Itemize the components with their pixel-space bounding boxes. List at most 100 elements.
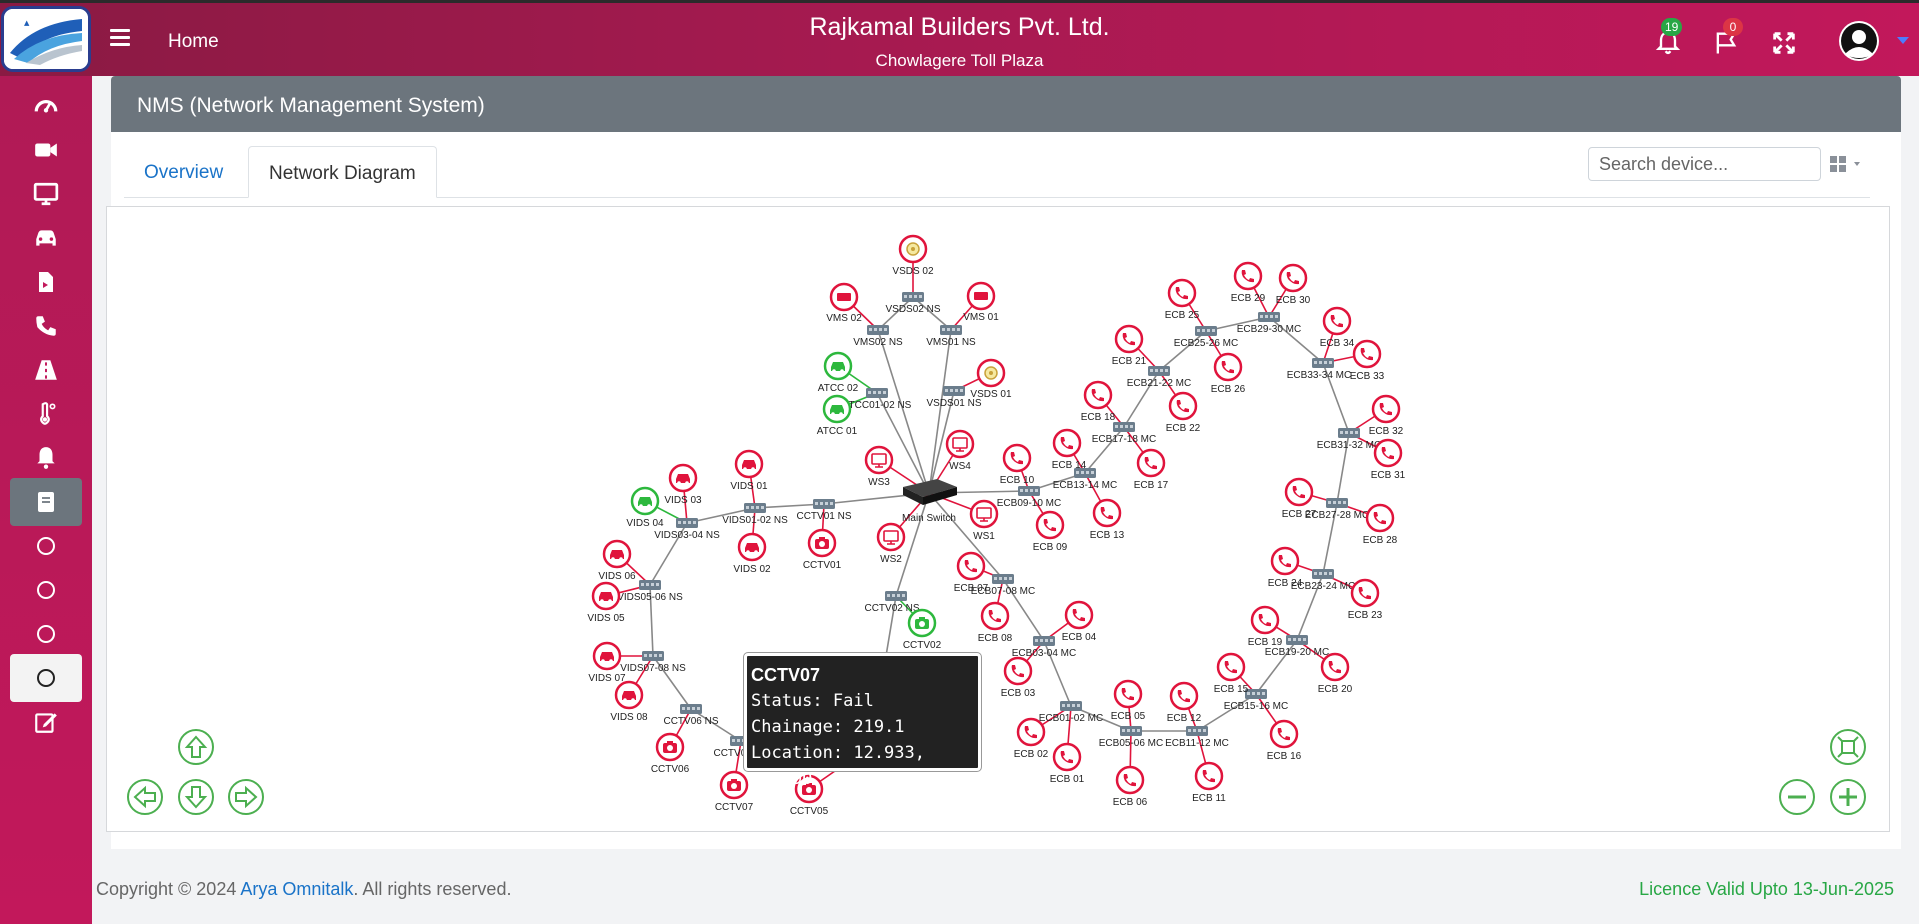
switch-vids07-08-ns[interactable]: VIDS07-08 NS	[620, 651, 686, 674]
device-ecb-04[interactable]: ECB 04	[1062, 600, 1097, 643]
switch-cctv06-ns[interactable]: CCTV06 NS	[663, 704, 719, 727]
switch-ecb05-06-mc[interactable]: ECB05-06 MC	[1099, 726, 1163, 749]
device-ecb-29[interactable]: ECB 29	[1231, 261, 1266, 304]
device-ecb-25[interactable]: ECB 25	[1165, 278, 1200, 321]
device-ecb-10[interactable]: ECB 10	[1000, 443, 1035, 486]
user-avatar[interactable]	[1839, 21, 1879, 61]
device-ecb-32[interactable]: ECB 32	[1369, 394, 1404, 437]
device-ws4[interactable]: WS4	[945, 429, 975, 472]
device-ecb-27[interactable]: ECB 27	[1282, 477, 1317, 520]
fit-to-screen-icon[interactable]	[1829, 728, 1867, 766]
switch-cctv02-ns[interactable]: CCTV02 NS	[864, 591, 920, 614]
device-ecb-01[interactable]: ECB 01	[1050, 742, 1085, 785]
device-vms-02[interactable]: VMS 02	[826, 282, 862, 324]
device-ecb-18[interactable]: ECB 18	[1081, 380, 1116, 423]
user-menu-chevron-icon[interactable]	[1897, 37, 1909, 44]
device-ecb-03[interactable]: ECB 03	[1001, 656, 1036, 699]
switch-ecb01-02-mc[interactable]: ECB01-02 MC	[1039, 701, 1103, 724]
sidebar-item-nms[interactable]	[10, 478, 82, 526]
device-vids-08[interactable]: VIDS 08	[610, 680, 648, 723]
device-ecb-05[interactable]: ECB 05	[1111, 679, 1146, 722]
device-ecb-16[interactable]: ECB 16	[1267, 719, 1302, 762]
device-vids-03[interactable]: VIDS 03	[664, 463, 702, 506]
device-ecb-15[interactable]: ECB 15	[1214, 652, 1249, 695]
sidebar-item-ecb[interactable]	[10, 302, 82, 350]
device-ecb-26[interactable]: ECB 26	[1211, 352, 1246, 395]
pan-left-icon[interactable]	[126, 778, 164, 816]
device-ecb-08[interactable]: ECB 08	[978, 601, 1013, 644]
switch-vsds02-ns[interactable]: VSDS02 NS	[885, 292, 941, 315]
sidebar-item-edit[interactable]	[10, 698, 82, 746]
fullscreen-icon[interactable]	[1770, 29, 1798, 57]
sidebar-item-circle-4[interactable]	[10, 654, 82, 702]
sidebar-item-circle-2[interactable]	[10, 566, 82, 614]
device-atcc-02[interactable]: ATCC 02	[818, 351, 859, 394]
device-ecb-09[interactable]: ECB 09	[1033, 510, 1068, 553]
switch-vids03-04-ns[interactable]: VIDS03-04 NS	[654, 518, 720, 541]
device-ecb-06[interactable]: ECB 06	[1113, 765, 1148, 808]
switch-ecb13-14-mc[interactable]: ECB13-14 MC	[1053, 468, 1117, 491]
sidebar-item-circle-3[interactable]	[10, 610, 82, 658]
device-ecb-02[interactable]: ECB 02	[1014, 717, 1049, 760]
device-ecb-30[interactable]: ECB 30	[1276, 263, 1311, 306]
device-ecb-31[interactable]: ECB 31	[1371, 438, 1406, 481]
network-diagram-canvas[interactable]: Main Switch VSDS02 NS VMS02 NS VMS01 NS ATCC…	[107, 207, 1891, 833]
device-vids-05[interactable]: VIDS 05	[587, 581, 625, 624]
switch-ecb09-10-mc[interactable]: ECB09-10 MC	[997, 486, 1061, 509]
sidebar-item-highway[interactable]	[10, 346, 82, 394]
pan-down-icon[interactable]	[177, 778, 215, 816]
device-ecb-13[interactable]: ECB 13	[1090, 498, 1125, 541]
device-ecb-24[interactable]: ECB 24	[1268, 546, 1303, 589]
grid-view-toggle-icon[interactable]	[1828, 154, 1868, 174]
device-ecb-07[interactable]: ECB 07	[954, 551, 989, 594]
company-link[interactable]: Arya Omnitalk	[240, 879, 353, 899]
sidebar-item-circle-1[interactable]	[10, 522, 82, 570]
device-cctv01[interactable]: CCTV01	[803, 528, 842, 571]
switch-vids05-06-ns[interactable]: VIDS05-06 NS	[617, 580, 683, 603]
device-ecb-22[interactable]: ECB 22	[1166, 391, 1201, 434]
device-ws2[interactable]: WS2	[876, 522, 906, 565]
device-cctv07[interactable]: CCTV07	[715, 770, 754, 813]
pan-up-icon[interactable]	[177, 728, 215, 766]
zoom-in-icon[interactable]	[1829, 778, 1867, 816]
device-cctv06[interactable]: CCTV06	[651, 732, 690, 775]
switch-ecb33-34-mc[interactable]: ECB33-34 MC	[1287, 358, 1351, 381]
device-vsds-02[interactable]: VSDS 02	[892, 234, 934, 277]
switch-ecb29-30-mc[interactable]: ECB29-30 MC	[1237, 312, 1301, 335]
sidebar-item-reports[interactable]	[10, 258, 82, 306]
device-ecb-14[interactable]: ECB 14	[1052, 428, 1087, 471]
device-cctv02[interactable]: CCTV02	[903, 608, 942, 651]
device-ecb-17[interactable]: ECB 17	[1134, 448, 1169, 491]
device-ws1[interactable]: WS1	[969, 499, 999, 542]
sidebar-item-alerts[interactable]	[10, 434, 82, 482]
sidebar-item-weather[interactable]	[10, 390, 82, 438]
switch-ecb11-12-mc[interactable]: ECB11-12 MC	[1165, 726, 1229, 749]
sidebar-item-monitor[interactable]	[10, 170, 82, 218]
sidebar-item-vehicles[interactable]	[10, 214, 82, 262]
switch-vms01-ns[interactable]: VMS01 NS	[926, 325, 976, 348]
device-ws3[interactable]: WS3	[864, 445, 894, 488]
device-ecb-12[interactable]: ECB 12	[1167, 681, 1202, 724]
switch-main-switch[interactable]: Main Switch	[902, 479, 957, 524]
device-vms-01[interactable]: VMS 01	[963, 281, 999, 323]
tab-overview[interactable]: Overview	[124, 146, 243, 198]
sidebar-item-cameras[interactable]	[10, 126, 82, 174]
switch-vms02-ns[interactable]: VMS02 NS	[853, 325, 903, 348]
zoom-out-icon[interactable]	[1778, 778, 1816, 816]
device-ecb-23[interactable]: ECB 23	[1348, 578, 1383, 621]
sidebar-item-dashboard[interactable]	[10, 82, 82, 130]
device-ecb-28[interactable]: ECB 28	[1363, 503, 1398, 546]
device-vids-01[interactable]: VIDS 01	[730, 449, 768, 492]
device-ecb-11[interactable]: ECB 11	[1192, 761, 1226, 804]
device-ecb-34[interactable]: ECB 34	[1320, 306, 1355, 349]
device-ecb-33[interactable]: ECB 33	[1350, 339, 1385, 382]
device-vids-02[interactable]: VIDS 02	[733, 532, 771, 575]
pan-right-icon[interactable]	[227, 778, 265, 816]
switch-ecb17-18-mc[interactable]: ECB17-18 MC	[1092, 422, 1156, 445]
switch-ecb25-26-mc[interactable]: ECB25-26 MC	[1174, 326, 1238, 349]
tab-network-diagram[interactable]: Network Diagram	[248, 146, 437, 198]
switch-ecb21-22-mc[interactable]: ECB21-22 MC	[1127, 366, 1191, 389]
search-device-input[interactable]	[1588, 147, 1821, 181]
network-diagram[interactable]: Main Switch VSDS02 NS VMS02 NS VMS01 NS ATCC…	[106, 206, 1890, 832]
device-ecb-21[interactable]: ECB 21	[1112, 324, 1147, 367]
